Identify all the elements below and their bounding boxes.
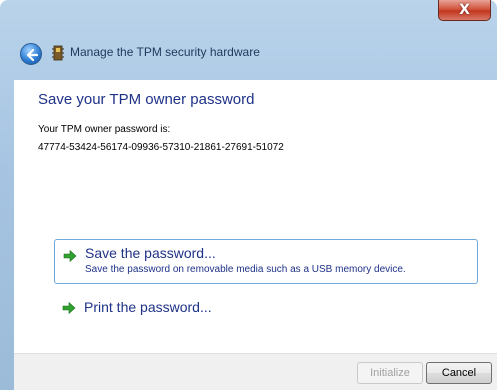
window-title: Manage the TPM security hardware bbox=[70, 45, 260, 59]
password-label: Your TPM owner password is: bbox=[38, 124, 171, 135]
tpm-chip-icon bbox=[52, 45, 64, 61]
dialog-window: X Manage the TPM security hardware Save … bbox=[0, 0, 497, 390]
title-header: Manage the TPM security hardware bbox=[0, 28, 497, 80]
save-password-description: Save the password on removable media suc… bbox=[85, 264, 406, 275]
password-value: 47774-53424-56174-09936-57310-21861-2769… bbox=[38, 142, 284, 153]
back-arrow-icon bbox=[26, 48, 39, 62]
footer-bar: Initialize Cancel bbox=[14, 353, 497, 390]
initialize-button[interactable]: Initialize bbox=[357, 362, 423, 384]
page-title: Save your TPM owner password bbox=[38, 91, 255, 108]
back-button[interactable] bbox=[20, 43, 42, 65]
green-arrow-icon bbox=[62, 301, 76, 315]
close-icon: X bbox=[459, 2, 470, 18]
green-arrow-icon bbox=[63, 249, 77, 263]
print-password-option[interactable]: Print the password... bbox=[54, 294, 478, 324]
close-button[interactable]: X bbox=[438, 0, 491, 21]
save-password-option[interactable]: Save the password... Save the password o… bbox=[54, 239, 478, 284]
save-password-title: Save the password... bbox=[85, 245, 216, 261]
content-panel: Save your TPM owner password Your TPM ow… bbox=[14, 80, 497, 353]
print-password-title: Print the password... bbox=[84, 299, 212, 315]
cancel-button[interactable]: Cancel bbox=[426, 362, 492, 384]
